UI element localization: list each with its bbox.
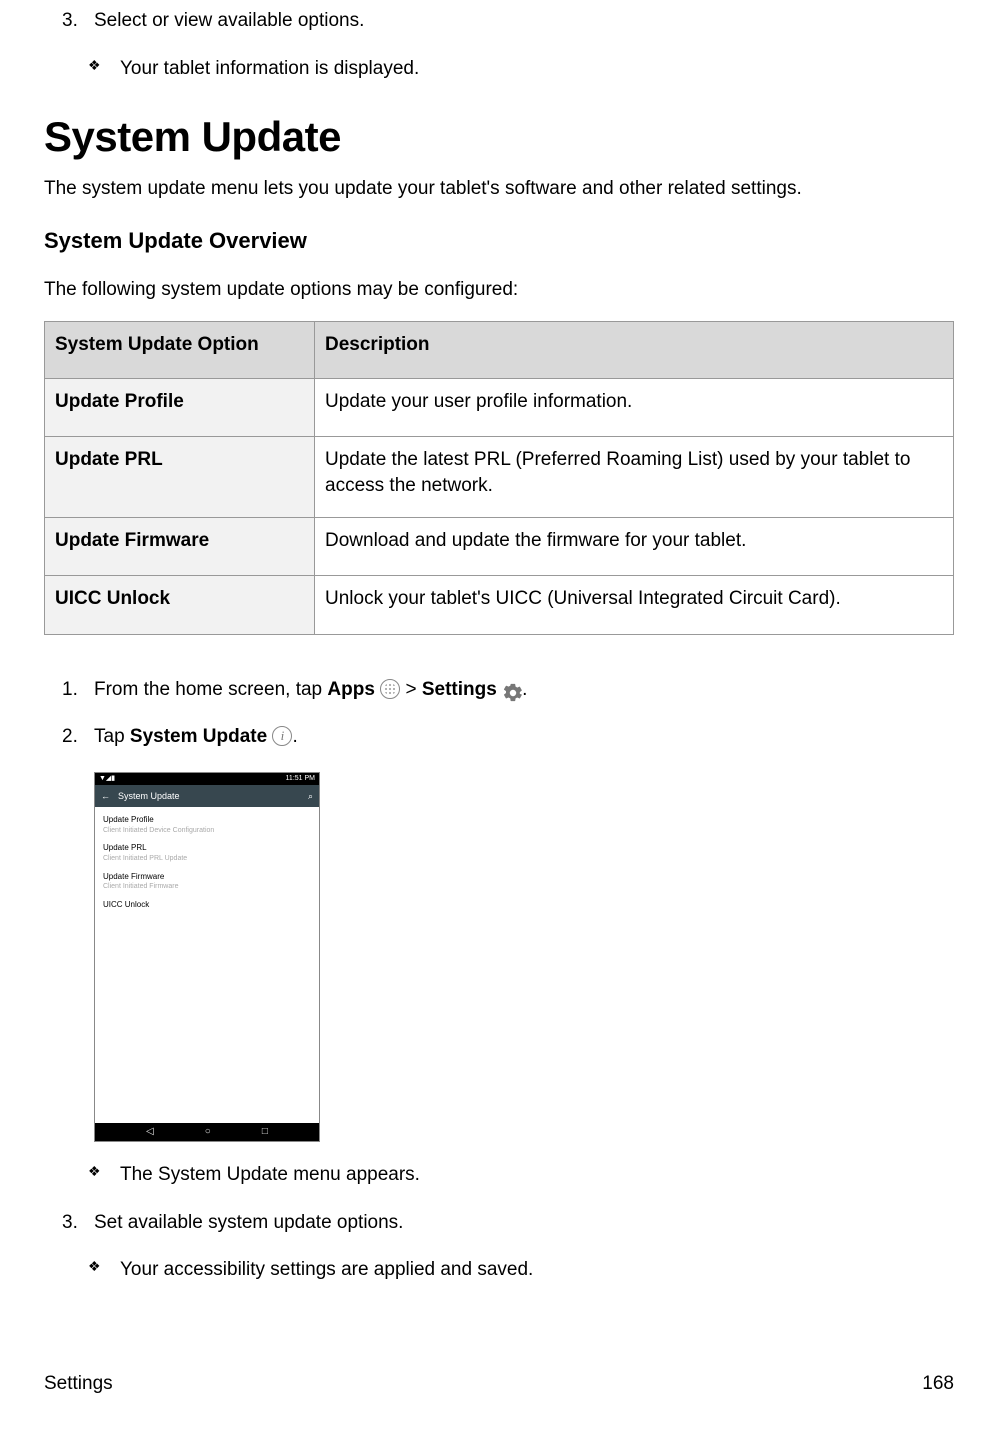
table-header-row: System Update Option Description xyxy=(45,321,954,378)
nav-bar: ◁ ○ □ xyxy=(95,1123,319,1141)
nav-home-icon: ○ xyxy=(205,1125,211,1139)
option-desc: Update the latest PRL (Preferred Roaming… xyxy=(315,437,954,517)
result-applied: ❖ Your accessibility settings are applie… xyxy=(88,1257,954,1283)
result-menu-appears: ❖ The System Update menu appears. xyxy=(88,1162,954,1188)
status-icons: ▼◢▮ xyxy=(99,774,115,783)
option-name: Update PRL xyxy=(45,437,315,517)
list-item: Update Profile Client Initiated Device C… xyxy=(103,811,311,839)
step-text: Set available system update options. xyxy=(94,1210,403,1236)
table-row: Update PRL Update the latest PRL (Prefer… xyxy=(45,437,954,517)
heading-system-update: System Update xyxy=(44,109,954,166)
result-top: ❖ Your tablet information is displayed. xyxy=(88,56,954,82)
settings-icon xyxy=(502,681,522,701)
list-item: UICC Unlock xyxy=(103,896,311,915)
footer-section: Settings xyxy=(44,1371,113,1397)
step-text: Select or view available options. xyxy=(94,8,364,34)
page-footer: Settings 168 xyxy=(44,1371,954,1397)
info-icon xyxy=(272,726,292,746)
table-row: UICC Unlock Unlock your tablet's UICC (U… xyxy=(45,576,954,635)
option-desc: Unlock your tablet's UICC (Universal Int… xyxy=(315,576,954,635)
option-name: Update Firmware xyxy=(45,517,315,576)
col-description: Description xyxy=(315,321,954,378)
status-time: 11:51 PM xyxy=(286,774,315,783)
step-number: 3. xyxy=(62,1210,94,1236)
diamond-bullet-icon: ❖ xyxy=(88,1162,120,1188)
table-row: Update Profile Update your user profile … xyxy=(45,378,954,437)
following-text: The following system update options may … xyxy=(44,277,954,303)
options-table: System Update Option Description Update … xyxy=(44,321,954,635)
intro-text: The system update menu lets you update y… xyxy=(44,176,954,202)
col-option: System Update Option xyxy=(45,321,315,378)
nav-recent-icon: □ xyxy=(262,1125,268,1139)
option-name: UICC Unlock xyxy=(45,576,315,635)
result-text: Your tablet information is displayed. xyxy=(120,56,419,82)
option-name: Update Profile xyxy=(45,378,315,437)
back-icon: ← xyxy=(101,790,110,802)
list-item: Update Firmware Client Initiated Firmwar… xyxy=(103,868,311,896)
step-number: 1. xyxy=(62,677,94,703)
step-number: 2. xyxy=(62,724,94,750)
step-number: 3. xyxy=(62,8,94,34)
search-icon: ⌕ xyxy=(308,790,313,802)
apps-icon xyxy=(380,679,400,699)
diamond-bullet-icon: ❖ xyxy=(88,1257,120,1283)
list-item: Update PRL Client Initiated PRL Update xyxy=(103,839,311,867)
table-row: Update Firmware Download and update the … xyxy=(45,517,954,576)
step-2: 2. Tap System Update . xyxy=(62,724,954,750)
header-title: System Update xyxy=(118,790,180,802)
heading-overview: System Update Overview xyxy=(44,226,954,256)
result-text: Your accessibility settings are applied … xyxy=(120,1257,533,1283)
device-screenshot: ▼◢▮ 11:51 PM ← System Update ⌕ Update Pr… xyxy=(94,772,320,1142)
screenshot-body: Update Profile Client Initiated Device C… xyxy=(95,807,319,1123)
nav-back-icon: ◁ xyxy=(146,1125,154,1139)
app-header: ← System Update ⌕ xyxy=(95,785,319,807)
step-3-top: 3. Select or view available options. xyxy=(62,8,954,34)
footer-page-number: 168 xyxy=(922,1371,954,1397)
step-text: Tap System Update . xyxy=(94,724,298,750)
step-text: From the home screen, tap Apps > Setting… xyxy=(94,677,527,703)
option-desc: Download and update the firmware for you… xyxy=(315,517,954,576)
step-1: 1. From the home screen, tap Apps > Sett… xyxy=(62,677,954,703)
diamond-bullet-icon: ❖ xyxy=(88,56,120,82)
result-text: The System Update menu appears. xyxy=(120,1162,420,1188)
status-bar: ▼◢▮ 11:51 PM xyxy=(95,773,319,785)
step-3: 3. Set available system update options. xyxy=(62,1210,954,1236)
option-desc: Update your user profile information. xyxy=(315,378,954,437)
